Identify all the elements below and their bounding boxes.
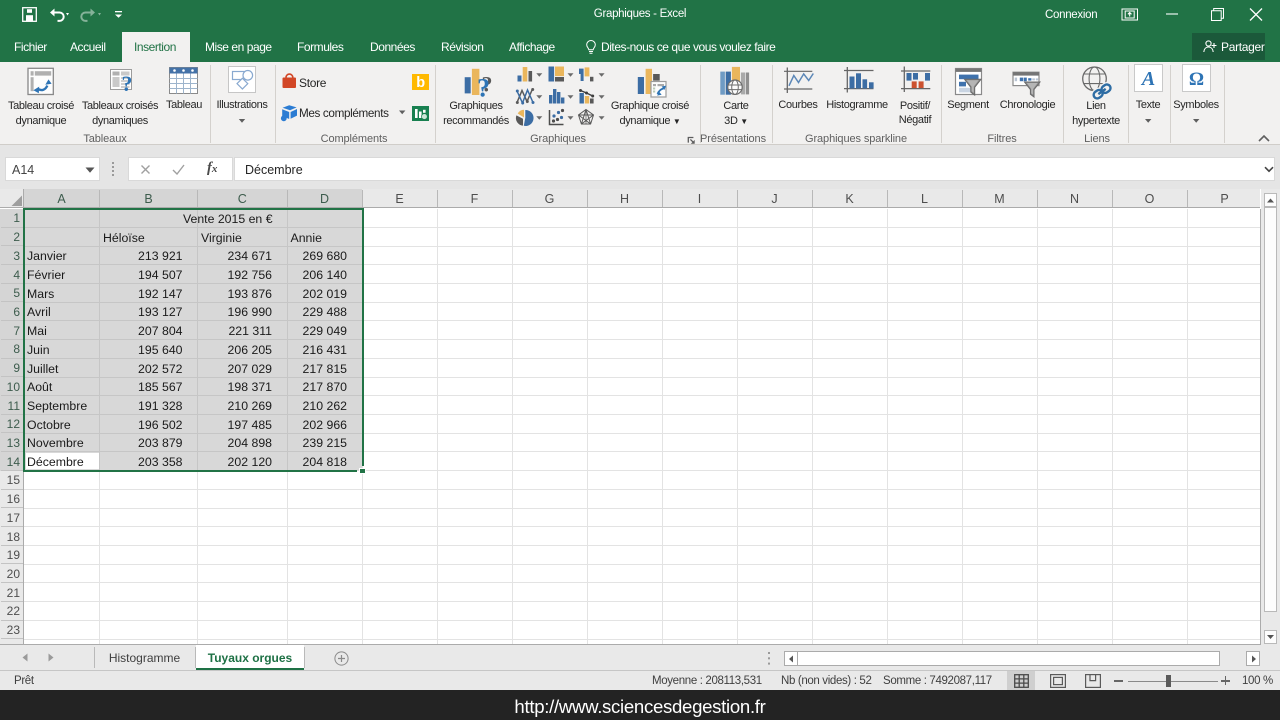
svg-text:b: b [416,75,425,91]
svg-text:?: ? [477,74,490,103]
svg-text:?: ? [122,71,133,96]
svg-text:Ω: Ω [1189,69,1204,90]
svg-text:A: A [1140,68,1155,90]
